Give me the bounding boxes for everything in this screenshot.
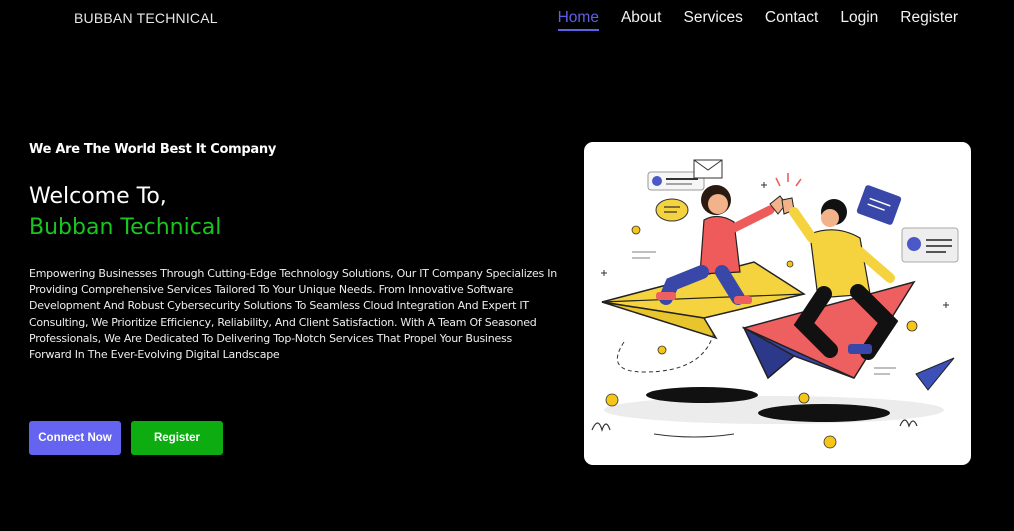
hero-tagline: We Are The World Best It Company: [29, 142, 277, 157]
register-button[interactable]: Register: [131, 421, 223, 455]
brand-logo-text[interactable]: BUBBAN TECHNICAL: [74, 10, 218, 26]
connect-now-button[interactable]: Connect Now: [29, 421, 121, 455]
hero-text-section: We Are The World Best It Company Welcome…: [29, 142, 559, 363]
nav-link-register[interactable]: Register: [900, 9, 958, 31]
nav-link-contact[interactable]: Contact: [765, 9, 818, 31]
nav-link-services[interactable]: Services: [683, 9, 742, 31]
page: BUBBAN TECHNICAL Home About Services Con…: [0, 0, 1014, 531]
hero-illustration-card: [584, 142, 971, 465]
nav-link-home[interactable]: Home: [557, 9, 599, 31]
hero-company-name: Bubban Technical: [29, 215, 222, 240]
teamwork-illustration-icon: [591, 159, 959, 449]
nav-link-login[interactable]: Login: [840, 9, 878, 31]
hero-welcome-heading: Welcome To,: [29, 184, 167, 209]
main-nav: Home About Services Contact Login Regist…: [557, 9, 958, 31]
nav-link-about[interactable]: About: [621, 9, 662, 31]
hero-description: Empowering Businesses Through Cutting-Ed…: [29, 267, 557, 362]
